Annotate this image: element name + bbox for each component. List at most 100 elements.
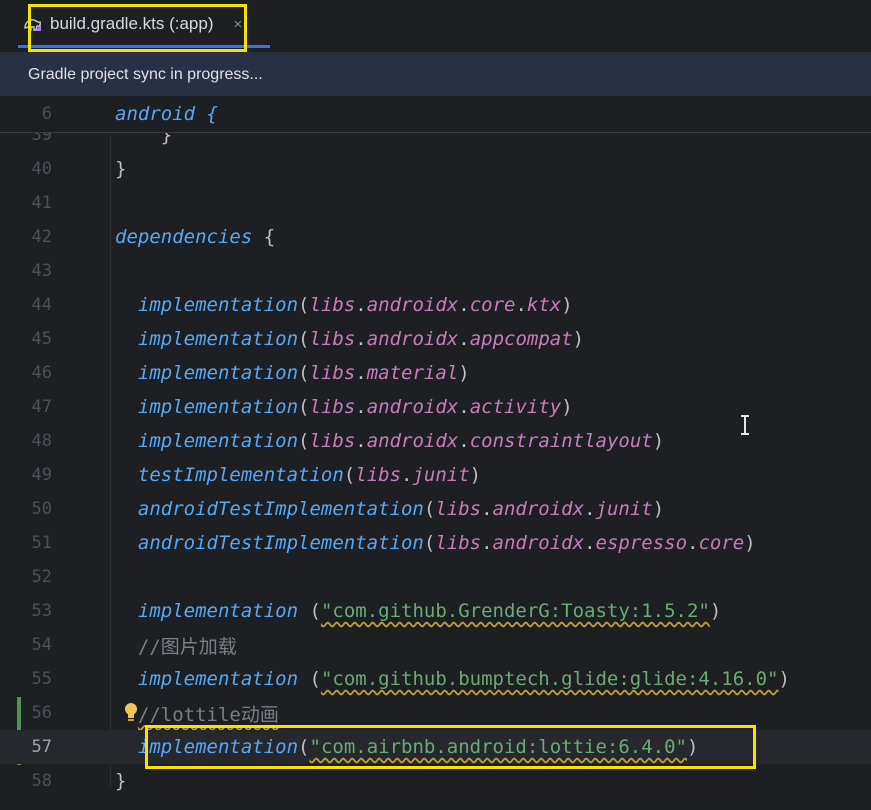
library-ref: junit bbox=[412, 464, 470, 486]
library-ref: libs bbox=[435, 498, 482, 520]
paren: ) bbox=[561, 396, 573, 418]
code-line[interactable]: 44 implementation(libs.androidx.core.ktx… bbox=[0, 288, 871, 322]
code-line[interactable]: 53 implementation ("com.github.GrenderG:… bbox=[0, 594, 871, 628]
library-ref: androidx bbox=[366, 294, 459, 316]
keyword: implementation bbox=[137, 362, 299, 384]
library-ref: libs bbox=[355, 464, 402, 486]
line-number: 41 bbox=[31, 193, 52, 213]
gradle-kotlin-file-icon bbox=[24, 19, 41, 31]
code-line[interactable]: 50 androidTestImplementation(libs.androi… bbox=[0, 492, 871, 526]
code-line[interactable]: 42 dependencies { bbox=[0, 220, 871, 254]
paren: ( bbox=[298, 294, 310, 316]
library-ref: androidx bbox=[366, 396, 459, 418]
code-line[interactable]: 54 //图片加载 bbox=[0, 628, 871, 662]
code-editor[interactable]: 6 android { 39 } 40} 41 42 dependencies {43 4… bbox=[0, 96, 871, 810]
line-number: 40 bbox=[31, 159, 52, 179]
paren: ) bbox=[572, 328, 585, 350]
paren: ) bbox=[744, 532, 756, 554]
line-number: 51 bbox=[31, 533, 52, 553]
code-content: implementation ("com.github.bumptech.gli… bbox=[115, 668, 790, 690]
keyword: testImplementation bbox=[137, 464, 344, 486]
paren: ) bbox=[778, 668, 790, 690]
line-number: 58 bbox=[31, 771, 52, 791]
library-ref: androidx bbox=[492, 498, 585, 520]
paren: ( bbox=[298, 600, 321, 622]
tab-build-gradle-kts[interactable]: build.gradle.kts (:app) × bbox=[18, 0, 270, 48]
library-ref: libs bbox=[309, 430, 356, 452]
library-ref: androidx bbox=[492, 532, 585, 554]
paren: ) bbox=[687, 736, 699, 758]
code-line[interactable]: 55 implementation ("com.github.bumptech.… bbox=[0, 662, 871, 696]
library-ref: libs bbox=[435, 532, 482, 554]
library-ref: core bbox=[469, 294, 516, 316]
dot: . bbox=[458, 430, 470, 452]
code-comment: //lottile动画 bbox=[137, 703, 279, 726]
code-line[interactable]: 51 androidTestImplementation(libs.androi… bbox=[0, 526, 871, 560]
close-icon[interactable]: × bbox=[233, 16, 242, 33]
library-ref: activity bbox=[469, 396, 562, 418]
code-content: implementation ("com.github.GrenderG:Toa… bbox=[115, 600, 721, 622]
active-tab-indicator bbox=[18, 45, 270, 48]
sync-banner: Gradle project sync in progress... bbox=[0, 53, 871, 96]
paren: ) bbox=[652, 498, 665, 520]
dot: . bbox=[401, 464, 413, 486]
paren: ( bbox=[298, 736, 310, 758]
dot: . bbox=[687, 532, 699, 554]
library-ref: constraintlayout bbox=[469, 430, 653, 452]
paren: ( bbox=[343, 464, 356, 486]
sticky-code: android { bbox=[115, 103, 218, 125]
line-number: 6 bbox=[41, 104, 52, 124]
code-content: } bbox=[115, 770, 126, 792]
code-content: implementation(libs.androidx.appcompat) bbox=[115, 328, 584, 350]
dot: . bbox=[355, 362, 367, 384]
code-line[interactable]: 58} bbox=[0, 764, 871, 798]
dot: . bbox=[584, 532, 596, 554]
code-line[interactable]: 46 implementation(libs.material) bbox=[0, 356, 871, 390]
dot: . bbox=[355, 396, 367, 418]
paren: ) bbox=[458, 362, 470, 384]
line-number: 46 bbox=[31, 363, 52, 383]
code-content: implementation(libs.androidx.activity) bbox=[115, 396, 573, 418]
line-number: 52 bbox=[31, 567, 52, 587]
code-line[interactable]: 40} bbox=[0, 152, 871, 186]
line-number: 48 bbox=[31, 431, 52, 451]
library-ref: appcompat bbox=[469, 328, 573, 350]
code-line[interactable]: 57 implementation("com.airbnb.android:lo… bbox=[0, 730, 871, 764]
code-line[interactable]: 41 bbox=[0, 186, 871, 220]
keyword: implementation bbox=[137, 736, 299, 758]
lightbulb-icon[interactable] bbox=[121, 701, 141, 723]
dot: . bbox=[458, 328, 470, 350]
keyword: implementation bbox=[137, 668, 299, 690]
code-line[interactable]: 52 bbox=[0, 560, 871, 594]
code-content: //图片加载 bbox=[115, 632, 237, 659]
sticky-scroll-header[interactable]: 6 android { bbox=[0, 96, 871, 133]
code-line[interactable]: 43 bbox=[0, 254, 871, 288]
code-line[interactable]: 45 implementation(libs.androidx.appcompa… bbox=[0, 322, 871, 356]
line-number: 47 bbox=[31, 397, 52, 417]
code-line[interactable]: 49 testImplementation(libs.junit) bbox=[0, 458, 871, 492]
code-content: androidTestImplementation(libs.androidx.… bbox=[115, 498, 664, 520]
library-ref: libs bbox=[309, 362, 356, 384]
code-content: androidTestImplementation(libs.androidx.… bbox=[115, 532, 756, 554]
line-number: 56 bbox=[31, 703, 52, 723]
string-literal: "com.github.GrenderG:Toasty:1.5.2" bbox=[320, 600, 710, 622]
line-number: 44 bbox=[31, 295, 52, 315]
keyword: implementation bbox=[137, 396, 299, 418]
code-text: } bbox=[115, 158, 127, 180]
paren: ( bbox=[423, 532, 436, 554]
code-content: } bbox=[115, 158, 126, 180]
keyword: implementation bbox=[137, 600, 299, 622]
library-ref: androidx bbox=[366, 328, 459, 350]
paren: ) bbox=[469, 464, 482, 486]
paren: ( bbox=[298, 396, 310, 418]
keyword: implementation bbox=[137, 430, 299, 452]
paren: ( bbox=[298, 430, 310, 452]
paren: ) bbox=[652, 430, 665, 452]
paren: ( bbox=[423, 498, 436, 520]
